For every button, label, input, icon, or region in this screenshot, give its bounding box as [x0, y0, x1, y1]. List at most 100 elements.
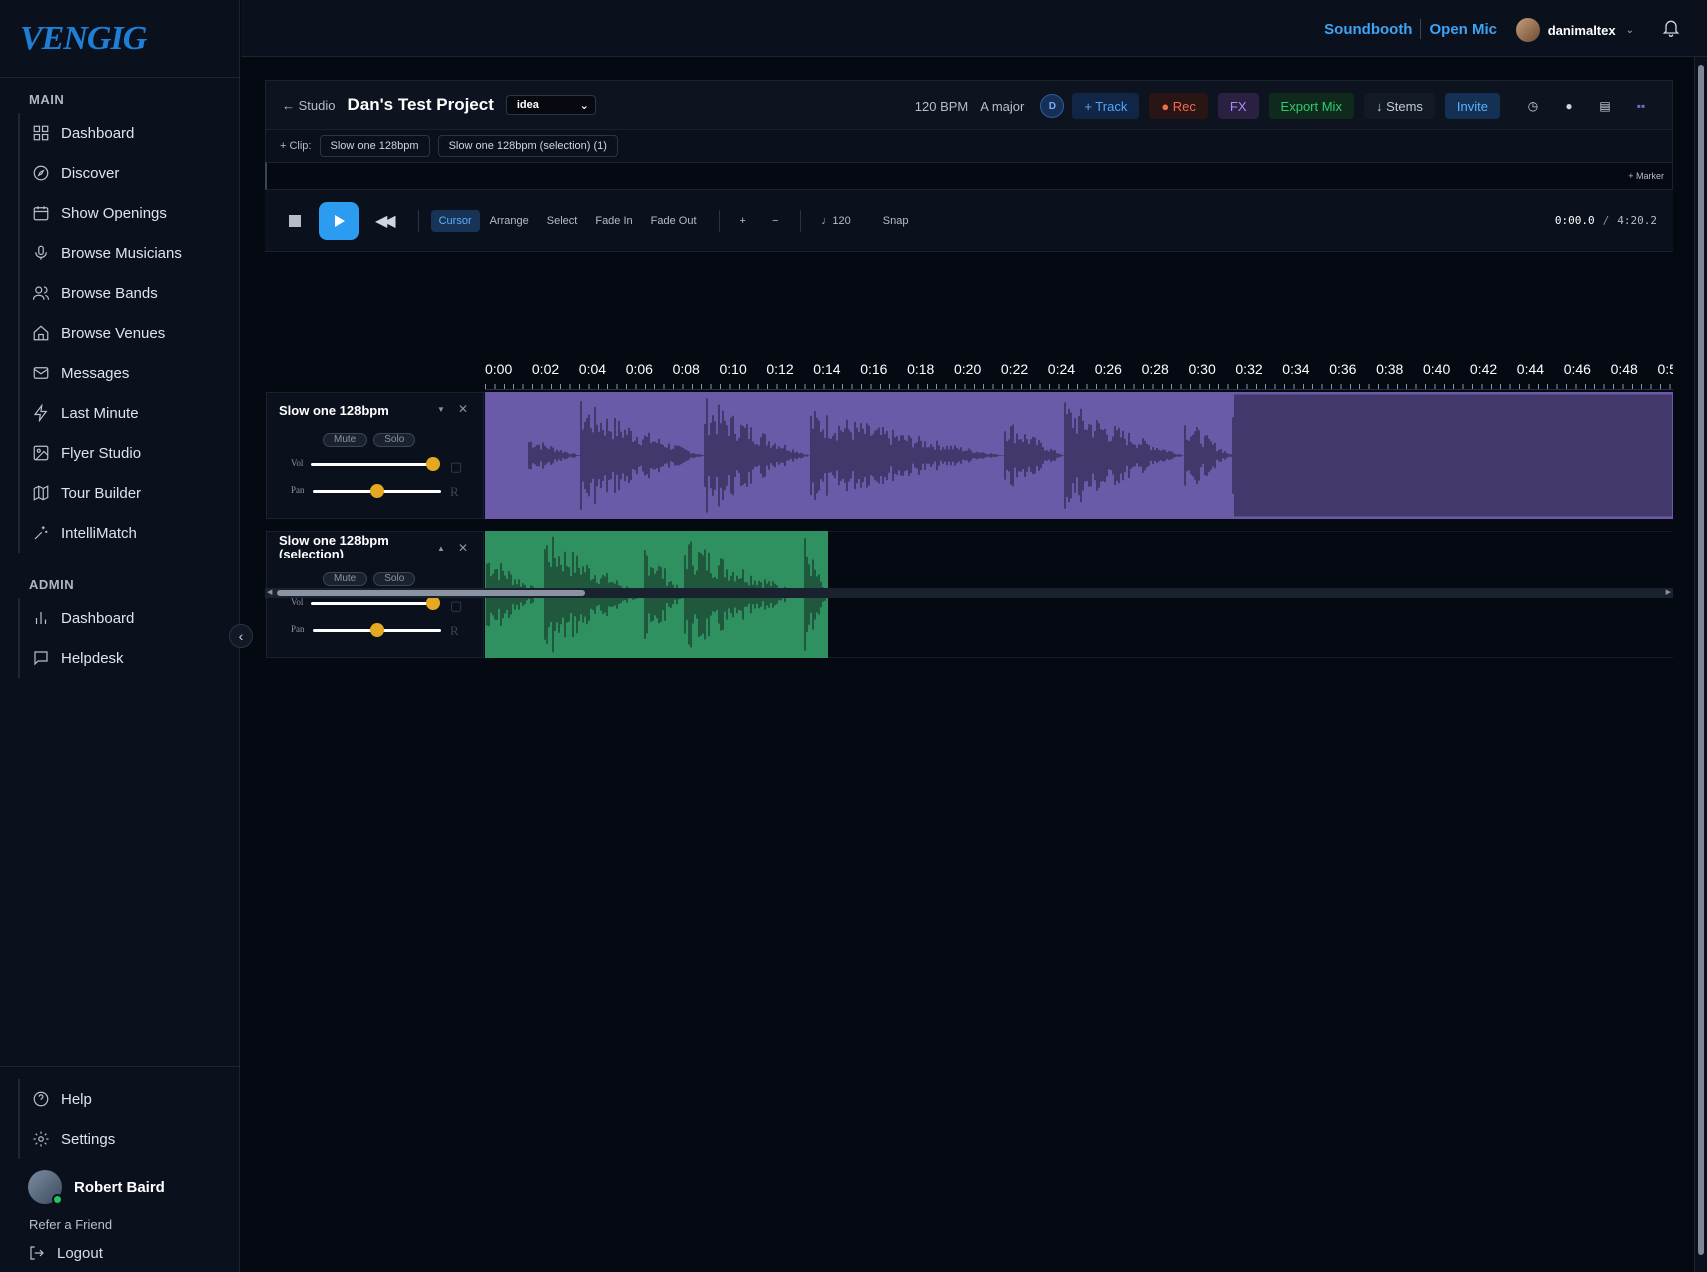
add-marker-button[interactable]: + Marker	[1628, 171, 1664, 181]
volume-knob[interactable]	[426, 457, 440, 471]
compass-icon	[33, 165, 49, 181]
timeline-ruler[interactable]: 0:00 0:02 0:04 0:06 0:08 0:10 0:12 0:14 0:16 0:18…	[485, 360, 1673, 390]
username: danimaltex	[1547, 22, 1616, 38]
pan-knob[interactable]	[370, 484, 384, 498]
audio-clip[interactable]	[485, 392, 1673, 519]
rewind-icon[interactable]: ◀◀	[375, 211, 396, 231]
stems-button[interactable]: ↓ Stems	[1363, 93, 1435, 119]
zoom-in-button[interactable]: +	[732, 210, 754, 232]
scroll-right-arrow[interactable]: ▶	[1666, 588, 1671, 598]
marker-lane[interactable]: + Marker	[265, 162, 1673, 190]
sidebar-item-label: Settings	[61, 1130, 116, 1148]
help-circle-icon	[33, 1091, 49, 1107]
volume-slider[interactable]: Vol	[291, 596, 471, 610]
sidebar-item-dashboard[interactable]: Dashboard	[20, 113, 239, 153]
sidebar-item-show-openings[interactable]: Show Openings	[20, 193, 239, 233]
notes-icon[interactable]: ▤	[1592, 93, 1618, 119]
comment-icon[interactable]: ●	[1556, 93, 1582, 119]
sidebar-item-last-minute[interactable]: Last Minute	[20, 393, 239, 433]
collapse-sidebar-button[interactable]: ‹	[229, 624, 253, 648]
volume-knob[interactable]	[426, 596, 440, 610]
slider-track	[311, 602, 433, 605]
sidebar-item-browse-bands[interactable]: Browse Bands	[20, 273, 239, 313]
sidebar-item-browse-musicians[interactable]: Browse Musicians	[20, 233, 239, 273]
logout-button[interactable]: Logout	[0, 1244, 240, 1262]
image-icon	[33, 445, 49, 461]
stop-button[interactable]	[289, 214, 301, 227]
notifications-button[interactable]	[1661, 17, 1681, 39]
clip-chip[interactable]: Slow one 128bpm	[319, 135, 430, 157]
horizontal-scrollbar[interactable]: ◀ ▶	[265, 588, 1673, 598]
mute-button[interactable]: Mute	[323, 572, 368, 586]
tool-arrange[interactable]: Arrange	[482, 210, 537, 232]
record-button[interactable]: ● Rec	[1149, 93, 1208, 119]
sidebar-item-label: Show Openings	[61, 204, 167, 222]
ruler-time-label: 0:26	[1094, 361, 1122, 377]
pan-slider[interactable]: Pan	[291, 623, 471, 637]
volume-slider[interactable]: Vol	[291, 457, 471, 471]
sidebar-item-helpdesk[interactable]: Helpdesk	[20, 638, 239, 678]
record-arm-icon[interactable]: R	[450, 484, 459, 500]
sidebar-item-admin-dashboard[interactable]: Dashboard	[20, 598, 239, 638]
track-name[interactable]: Slow one 128bpm	[279, 403, 429, 418]
collaborator-avatar[interactable]: D	[1040, 94, 1065, 118]
collaborators-icon[interactable]: ▪▪	[1628, 93, 1654, 119]
expand-track-icon[interactable]: ▲	[437, 544, 445, 553]
arm-checkbox[interactable]: ▢	[450, 459, 462, 475]
sidebar-item-label: Help	[61, 1090, 92, 1108]
user-menu[interactable]: danimaltex ⌄	[1515, 18, 1634, 42]
sidebar-item-browse-venues[interactable]: Browse Venues	[20, 313, 239, 353]
sidebar-item-messages[interactable]: Messages	[20, 353, 239, 393]
play-button[interactable]	[319, 201, 359, 240]
ruler-time-label: 0:34	[1282, 361, 1310, 377]
fx-button[interactable]: FX	[1217, 93, 1259, 119]
soundbooth-link[interactable]: Soundbooth	[1324, 21, 1412, 38]
sidebar-item-intellimatch[interactable]: IntelliMatch	[20, 513, 239, 553]
sidebar-item-flyer-studio[interactable]: Flyer Studio	[20, 433, 239, 473]
tempo-display[interactable]: ♩120	[813, 210, 858, 232]
open-mic-link[interactable]: Open Mic	[1429, 21, 1497, 38]
chat-icon	[34, 651, 48, 666]
mute-button[interactable]: Mute	[323, 433, 368, 447]
scroll-left-arrow[interactable]: ◀	[267, 588, 272, 598]
scroll-thumb[interactable]	[277, 590, 585, 596]
sidebar-item-discover[interactable]: Discover	[20, 153, 239, 193]
solo-button[interactable]: Solo	[373, 572, 416, 586]
refer-friend-link[interactable]: Refer a Friend	[0, 1217, 240, 1232]
logo[interactable]: VENGIG	[0, 0, 239, 78]
snap-toggle[interactable]: Snap	[875, 210, 917, 232]
scroll-thumb[interactable]	[1698, 65, 1704, 1255]
waveform	[528, 394, 1672, 517]
record-arm-icon[interactable]: R	[450, 623, 459, 639]
pan-slider[interactable]: Pan	[291, 484, 471, 498]
sidebar-item-tour-builder[interactable]: Tour Builder	[20, 473, 239, 513]
tool-select[interactable]: Select	[539, 210, 586, 232]
sparkle-icon	[34, 526, 48, 540]
track-name[interactable]: Slow one 128bpm (selection)	[279, 534, 429, 558]
arm-checkbox[interactable]: ▢	[450, 598, 462, 614]
remove-track-icon[interactable]: ✕	[458, 402, 468, 416]
add-track-button[interactable]: + Track	[1072, 93, 1140, 119]
sidebar-item-label: Browse Bands	[61, 284, 158, 302]
invite-button[interactable]: Invite	[1444, 93, 1500, 119]
project-stage-select[interactable]: idea ⌄	[505, 95, 596, 115]
collapse-track-icon[interactable]: ▼	[437, 405, 445, 414]
solo-button[interactable]: Solo	[373, 433, 416, 447]
back-to-studio-link[interactable]: ← Studio	[282, 98, 335, 113]
pan-knob[interactable]	[370, 623, 384, 637]
clip-chip[interactable]: Slow one 128bpm (selection) (1)	[437, 135, 618, 157]
sidebar-item-settings[interactable]: Settings	[20, 1119, 240, 1159]
tool-fade-out[interactable]: Fade Out	[643, 210, 705, 232]
sidebar-item-help[interactable]: Help	[20, 1079, 240, 1119]
play-icon	[335, 214, 345, 227]
ruler-time-label: 0:18	[907, 361, 935, 377]
tool-fade-in[interactable]: Fade In	[587, 210, 640, 232]
user-profile[interactable]: Robert Baird	[0, 1165, 240, 1209]
history-icon[interactable]: ◷	[1520, 93, 1546, 119]
zoom-out-button[interactable]: −	[764, 210, 786, 232]
vertical-scrollbar[interactable]	[1694, 57, 1707, 1272]
tool-cursor[interactable]: Cursor	[430, 209, 480, 232]
remove-track-icon[interactable]: ✕	[458, 541, 468, 555]
export-mix-button[interactable]: Export Mix	[1268, 93, 1354, 119]
clip-bar: + Clip: Slow one 128bpm Slow one 128bpm …	[265, 130, 1673, 162]
